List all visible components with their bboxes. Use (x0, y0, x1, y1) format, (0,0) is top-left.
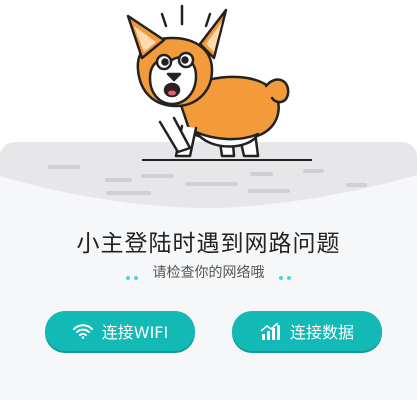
error-title: 小主登陆时遇到网路问题 (76, 231, 341, 257)
error-subtitle: 请检查你的网络哦 (152, 265, 265, 281)
decor-dots-right (277, 270, 293, 280)
connect-wifi-button[interactable]: 连接WIFI (45, 311, 195, 351)
connect-data-label: 连接数据 (289, 323, 354, 342)
connect-data-button[interactable]: 连接数据 (232, 311, 382, 351)
error-subtitle-row: 请检查你的网络哦 (0, 262, 417, 282)
signal-bars-icon (260, 321, 282, 341)
corgi-dog-illustration (126, 4, 290, 158)
decor-dots-left (124, 270, 140, 280)
connect-wifi-label: 连接WIFI (101, 323, 169, 342)
wifi-icon (72, 322, 94, 340)
